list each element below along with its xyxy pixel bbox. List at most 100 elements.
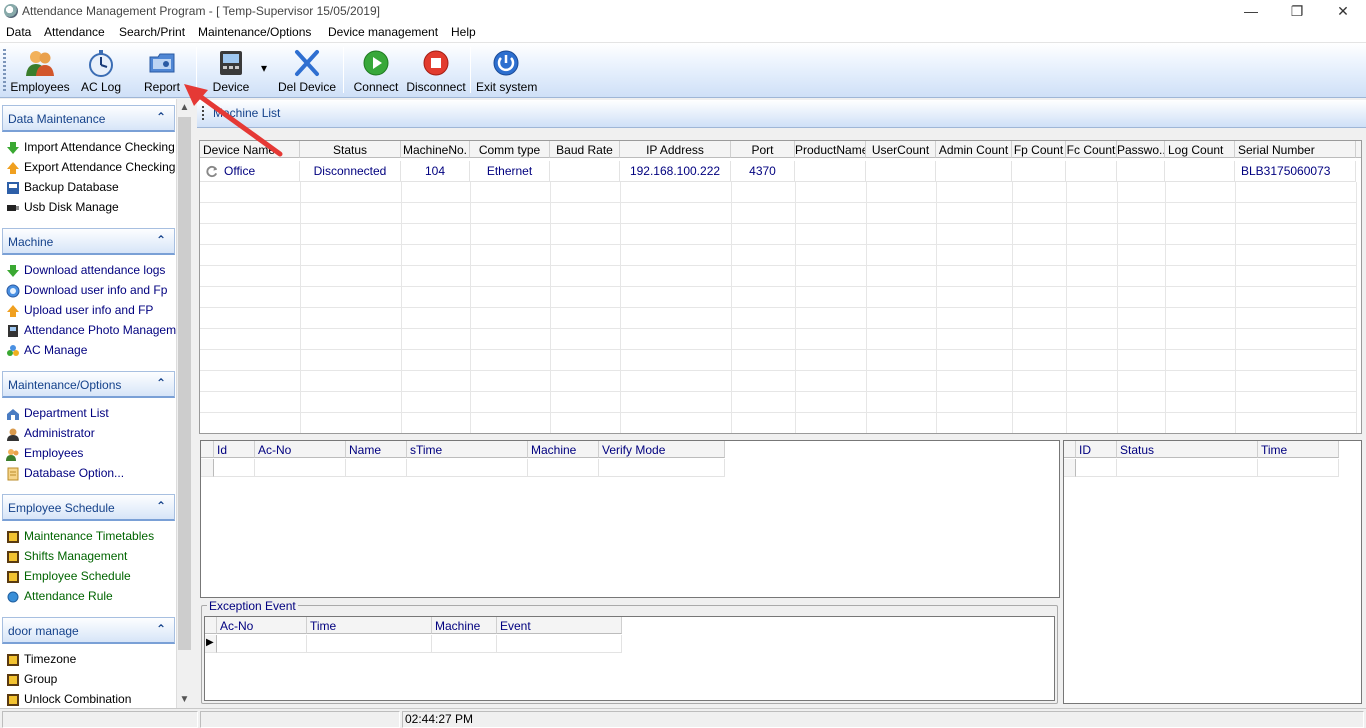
attendance-log-grid[interactable]: Id Ac-No Name sTime Machine Verify Mode [200,440,1060,598]
column-header-serial-number[interactable]: Serial Number [1235,141,1356,158]
row-selector[interactable] [201,459,214,477]
toolbar-separator [470,47,471,93]
scroll-down-arrow-icon[interactable]: ▼ [176,691,193,708]
column-header-port[interactable]: Port [731,141,795,158]
column-header-id[interactable]: ID [1076,441,1117,458]
column-header-user-count[interactable]: UserCount [866,141,936,158]
menu-bar: Data Attendance Search/Print Maintenance… [0,22,1366,43]
employees-button[interactable]: Employees [10,45,70,97]
column-header-machine[interactable]: Machine [528,441,599,458]
department-icon [7,409,19,420]
schedule-icon [7,654,19,666]
exception-event-grid[interactable]: Ac-No Time Machine Event ▶ [204,616,1055,701]
column-header-baud-rate[interactable]: Baud Rate [550,141,620,158]
column-header-ip-address[interactable]: IP Address [620,141,731,158]
row-pointer-icon[interactable]: ▶ [205,635,217,653]
column-header-log-count[interactable]: Log Count [1165,141,1235,158]
table-cell-baud-rate[interactable] [550,161,620,182]
group-header-data-maintenance[interactable]: Data Maintenance ⌃ [2,105,175,132]
table-cell-comm-type[interactable]: Ethernet [470,161,550,182]
column-header-password[interactable]: Passwo... [1117,141,1165,158]
disconnect-button[interactable]: Disconnect [406,45,466,97]
group-header-maintenance-options[interactable]: Maintenance/Options ⌃ [2,371,175,398]
group-header-machine[interactable]: Machine ⌃ [2,228,175,255]
toolbar-grip[interactable] [3,49,6,91]
employees-icon [6,449,19,461]
table-cell-fc-count[interactable] [1066,161,1117,182]
window-title: Attendance Management Program - [ Temp-S… [22,4,380,18]
stop-icon [423,50,449,76]
table-row[interactable] [1076,459,1117,477]
table-cell-admin-count[interactable] [936,161,1012,182]
group-header-door-manage[interactable]: door manage ⌃ [2,617,175,644]
column-header-time[interactable]: Time [307,617,432,634]
play-icon [363,50,389,76]
table-cell-password[interactable] [1117,161,1165,182]
column-header-machine[interactable]: Machine [432,617,497,634]
restore-button[interactable]: ❐ [1274,0,1320,22]
menu-data[interactable]: Data [6,25,31,39]
scrollbar-thumb[interactable] [178,117,191,650]
column-header-id[interactable]: Id [214,441,255,458]
connect-button[interactable]: Connect [350,45,402,97]
navigation-panel: Data Maintenance ⌃ Import Attendance Che… [0,99,193,708]
database-option-icon [7,467,19,481]
table-cell-ip-address[interactable]: 192.168.100.222 [620,161,731,182]
table-cell-log-count[interactable] [1165,161,1235,182]
column-header-verify-mode[interactable]: Verify Mode [599,441,725,458]
column-header-event[interactable]: Event [497,617,622,634]
exception-event-title: Exception Event [207,599,298,613]
ac-log-button[interactable]: AC Log [76,45,126,97]
users-group-icon [7,345,19,356]
table-cell-user-count[interactable] [866,161,936,182]
menu-help[interactable]: Help [451,25,476,39]
menu-maintenance-options[interactable]: Maintenance/Options [198,25,311,39]
collapse-chevron-icon: ⌃ [155,499,166,513]
delete-x-icon [295,50,319,76]
minimize-button[interactable]: — [1228,0,1274,22]
machine-list-grid[interactable]: Device Name Status MachineNo. Comm type … [199,140,1362,434]
table-cell-serial-number[interactable]: BLB3175060073 [1235,161,1356,182]
menu-device-management[interactable]: Device management [328,25,438,39]
schedule-icon [7,531,19,543]
column-header-comm-type[interactable]: Comm type [470,141,550,158]
toolbar-separator [343,47,344,93]
column-header-ac-no[interactable]: Ac-No [217,617,307,634]
collapse-chevron-icon: ⌃ [155,233,166,247]
column-header-status[interactable]: Status [300,141,401,158]
table-cell-port[interactable]: 4370 [731,161,795,182]
table-cell-status[interactable]: Disconnected [300,161,401,182]
collapse-chevron-icon: ⌃ [155,622,166,636]
table-row[interactable] [217,635,307,653]
power-icon [493,50,519,76]
exit-system-button[interactable]: Exit system [476,45,537,97]
machine-list-header: Machine List [197,100,1366,128]
status-pane [200,711,400,728]
column-header-admin-count[interactable]: Admin Count [936,141,1012,158]
app-icon [4,4,18,18]
schedule-icon [7,571,19,583]
schedule-icon [7,551,19,563]
table-row[interactable] [214,459,255,477]
row-selector[interactable] [1064,459,1076,477]
group-header-employee-schedule[interactable]: Employee Schedule ⌃ [2,494,175,521]
column-header-status[interactable]: Status [1117,441,1258,458]
column-header-name[interactable]: Name [346,441,407,458]
column-header-product-name[interactable]: ProductName [795,141,866,158]
column-header-fc-count[interactable]: Fc Count [1066,141,1117,158]
column-header-time[interactable]: Time [1258,441,1339,458]
column-header-stime[interactable]: sTime [407,441,528,458]
arrow-up-orange-icon [7,305,19,317]
column-header-fp-count[interactable]: Fp Count [1012,141,1066,158]
menu-attendance[interactable]: Attendance [44,25,105,39]
menu-search-print[interactable]: Search/Print [119,25,185,39]
table-cell-machine-no[interactable]: 104 [401,161,470,182]
close-button[interactable]: ✕ [1320,0,1366,22]
column-header-ac-no[interactable]: Ac-No [255,441,346,458]
employees-icon [26,51,54,76]
column-header-machine-no[interactable]: MachineNo. [401,141,470,158]
table-cell-product-name[interactable] [795,161,866,182]
status-grid[interactable]: ID Status Time [1063,440,1362,704]
backup-icon [7,182,19,194]
table-cell-fp-count[interactable] [1012,161,1066,182]
